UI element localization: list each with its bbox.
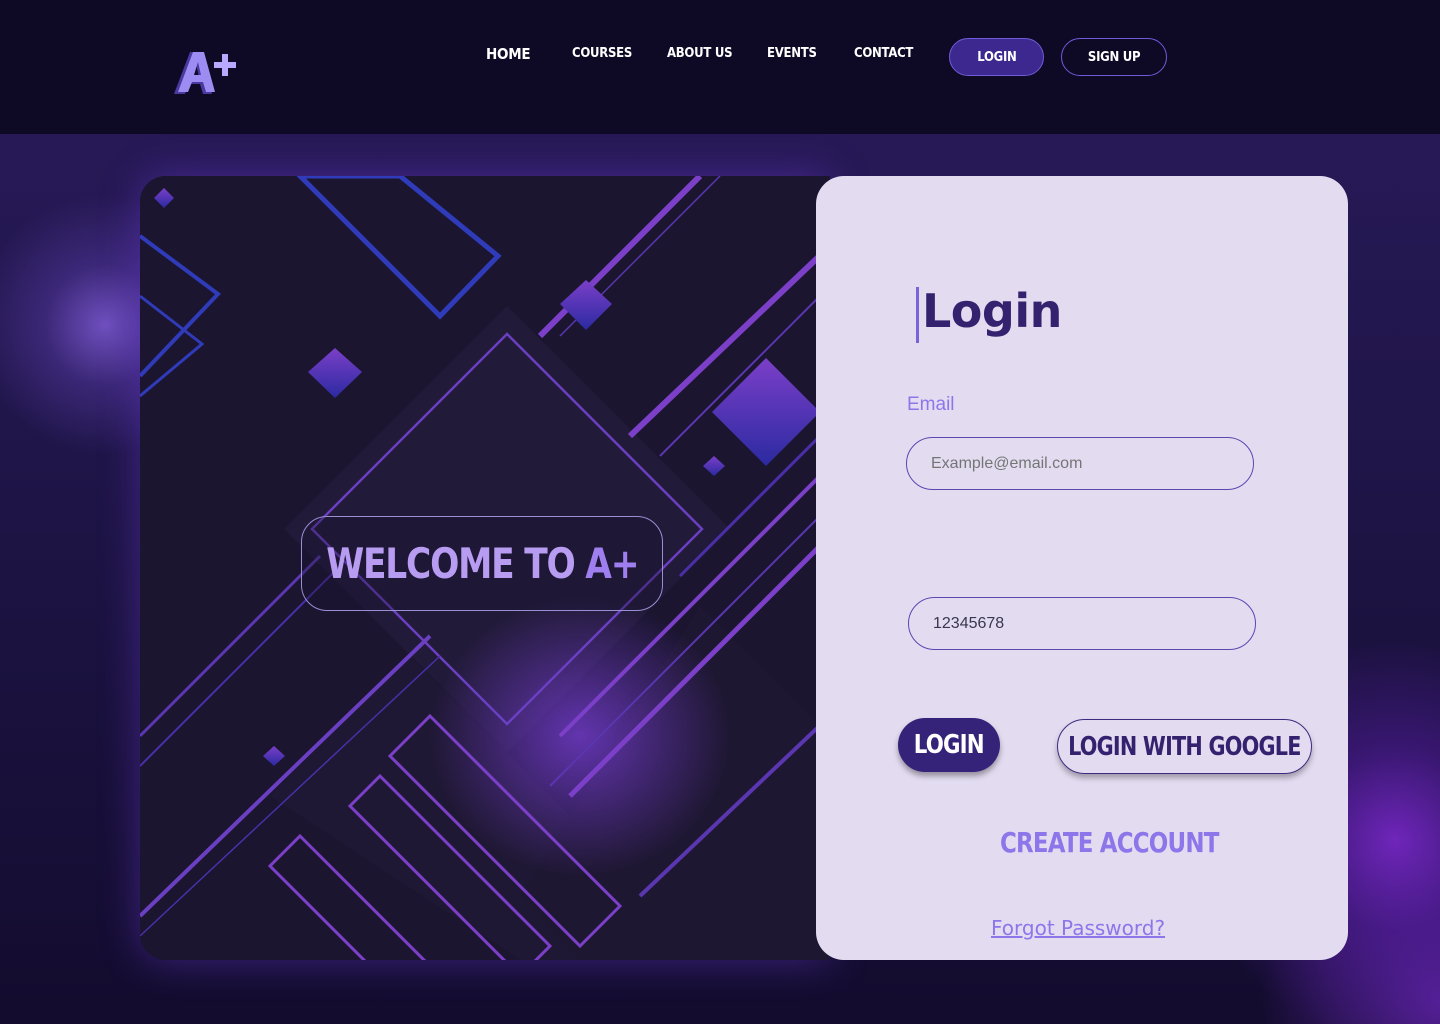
nav-about-us[interactable]: ABOUT US bbox=[667, 46, 733, 61]
welcome-heading: WELCOME TO A+ bbox=[325, 539, 639, 588]
login-with-google-button[interactable]: LOGIN WITH GOOGLE bbox=[1057, 719, 1312, 774]
logo-icon bbox=[174, 52, 236, 94]
login-title: Login bbox=[922, 284, 1062, 338]
create-account-link[interactable]: CREATE ACCOUNT bbox=[976, 826, 1219, 859]
nav-courses[interactable]: COURSES bbox=[572, 46, 632, 61]
nav-contact[interactable]: CONTACT bbox=[854, 46, 913, 61]
nav-signup-label: SIGN UP bbox=[1087, 49, 1141, 65]
welcome-banner: WELCOME TO A+ bbox=[301, 516, 663, 611]
nav-login-label: LOGIN bbox=[976, 49, 1017, 65]
nav-home[interactable]: HOME bbox=[486, 45, 531, 63]
create-account-label: CREATE ACCOUNT bbox=[999, 826, 1219, 859]
password-field[interactable] bbox=[908, 597, 1256, 650]
logo[interactable] bbox=[172, 44, 244, 96]
title-accent-bar bbox=[916, 287, 919, 343]
login-button-label: LOGIN bbox=[913, 730, 985, 760]
forgot-password-link[interactable]: Forgot Password? bbox=[991, 916, 1165, 940]
email-field[interactable] bbox=[906, 437, 1254, 490]
login-card: Login Email LOGIN LOGIN WITH GOOGLE CREA… bbox=[816, 176, 1348, 960]
navbar: HOME COURSES ABOUT US EVENTS CONTACT LOG… bbox=[0, 0, 1440, 134]
hero-panel: WELCOME TO A+ bbox=[140, 176, 830, 960]
login-button[interactable]: LOGIN bbox=[898, 718, 1000, 772]
email-label: Email bbox=[907, 394, 955, 415]
google-button-label: LOGIN WITH GOOGLE bbox=[1068, 731, 1301, 762]
nav-events[interactable]: EVENTS bbox=[767, 46, 817, 61]
welcome-brand: A+ bbox=[585, 539, 639, 588]
nav-signup-button[interactable]: SIGN UP bbox=[1061, 38, 1167, 76]
nav-login-button[interactable]: LOGIN bbox=[949, 38, 1044, 76]
welcome-prefix: WELCOME TO bbox=[325, 539, 576, 588]
